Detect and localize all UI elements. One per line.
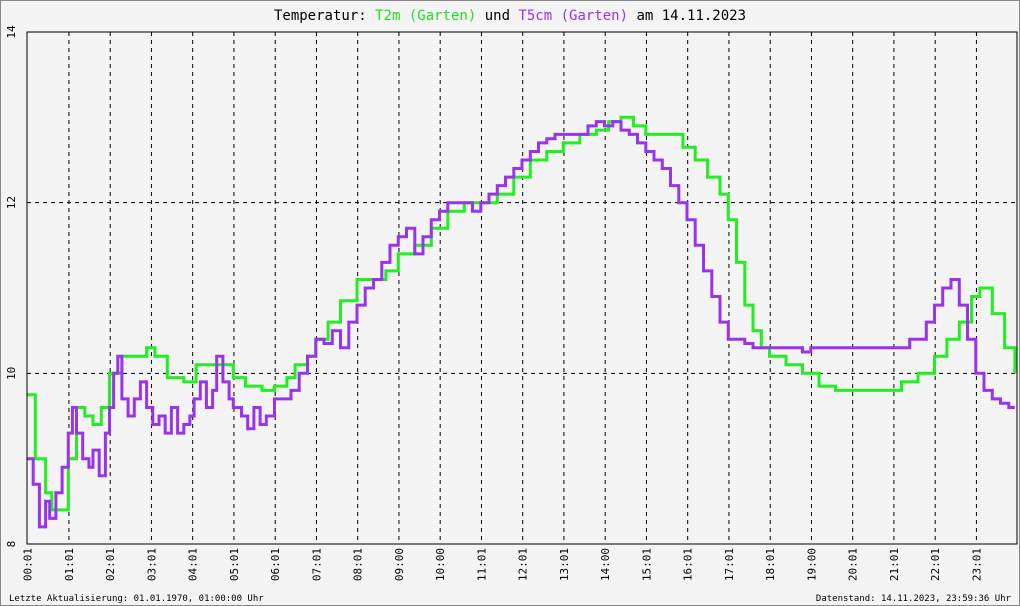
x-tick-label: 18:01 bbox=[764, 548, 777, 581]
footer-data-status: Datenstand: 14.11.2023, 23:59:36 Uhr bbox=[816, 594, 1012, 604]
grid-layer bbox=[27, 32, 1017, 544]
x-tick-label: 10:00 bbox=[434, 548, 447, 581]
chart-frame: Temperatur: T2m (Garten) und T5cm (Garte… bbox=[0, 0, 1020, 606]
x-tick-label: 08:01 bbox=[352, 548, 365, 581]
x-tick-label: 20:01 bbox=[847, 548, 860, 581]
x-tick-label: 06:01 bbox=[269, 548, 282, 581]
x-tick-label: 04:01 bbox=[187, 548, 200, 581]
y-tick-label: 14 bbox=[5, 25, 18, 39]
temperature-chart: Temperatur: T2m (Garten) und T5cm (Garte… bbox=[5, 8, 1018, 604]
x-tick-label: 07:01 bbox=[310, 548, 323, 581]
y-tick-label: 12 bbox=[5, 196, 18, 209]
x-tick-label: 15:01 bbox=[640, 548, 653, 581]
title-series-t2m: T2m (Garten) bbox=[375, 8, 476, 24]
title-series-t5cm: T5cm (Garten) bbox=[518, 8, 628, 24]
x-tick-label: 11:01 bbox=[475, 548, 488, 581]
x-tick-label: 22:01 bbox=[929, 548, 942, 581]
x-tick-label: 03:01 bbox=[145, 548, 158, 581]
x-tick-label: 01:01 bbox=[63, 548, 76, 581]
x-tick-label: 23:01 bbox=[970, 548, 983, 581]
x-tick-label: 05:01 bbox=[228, 548, 241, 581]
x-tick-label: 14:00 bbox=[599, 548, 612, 581]
x-tick-label: 19:00 bbox=[805, 548, 818, 581]
title-prefix: Temperatur: bbox=[274, 8, 375, 24]
x-tick-label: 16:01 bbox=[682, 548, 695, 581]
x-tick-label: 00:01 bbox=[22, 548, 35, 581]
x-tick-label: 17:01 bbox=[723, 548, 736, 581]
x-tick-label: 02:01 bbox=[104, 548, 117, 581]
x-tick-label: 21:01 bbox=[888, 548, 901, 581]
y-tick-label: 8 bbox=[5, 541, 18, 548]
title-suffix: am 14.11.2023 bbox=[628, 8, 746, 24]
title-connector: und bbox=[476, 8, 518, 24]
y-tick-label: 10 bbox=[5, 367, 18, 380]
x-tick-label: 13:01 bbox=[558, 548, 571, 581]
x-tick-label: 09:00 bbox=[393, 548, 406, 581]
footer-last-update: Letzte Aktualisierung: 01.01.1970, 01:00… bbox=[9, 594, 264, 604]
x-tick-label: 12:01 bbox=[517, 548, 530, 581]
chart-title: Temperatur: T2m (Garten) und T5cm (Garte… bbox=[274, 8, 746, 24]
plot-area bbox=[27, 32, 1017, 544]
